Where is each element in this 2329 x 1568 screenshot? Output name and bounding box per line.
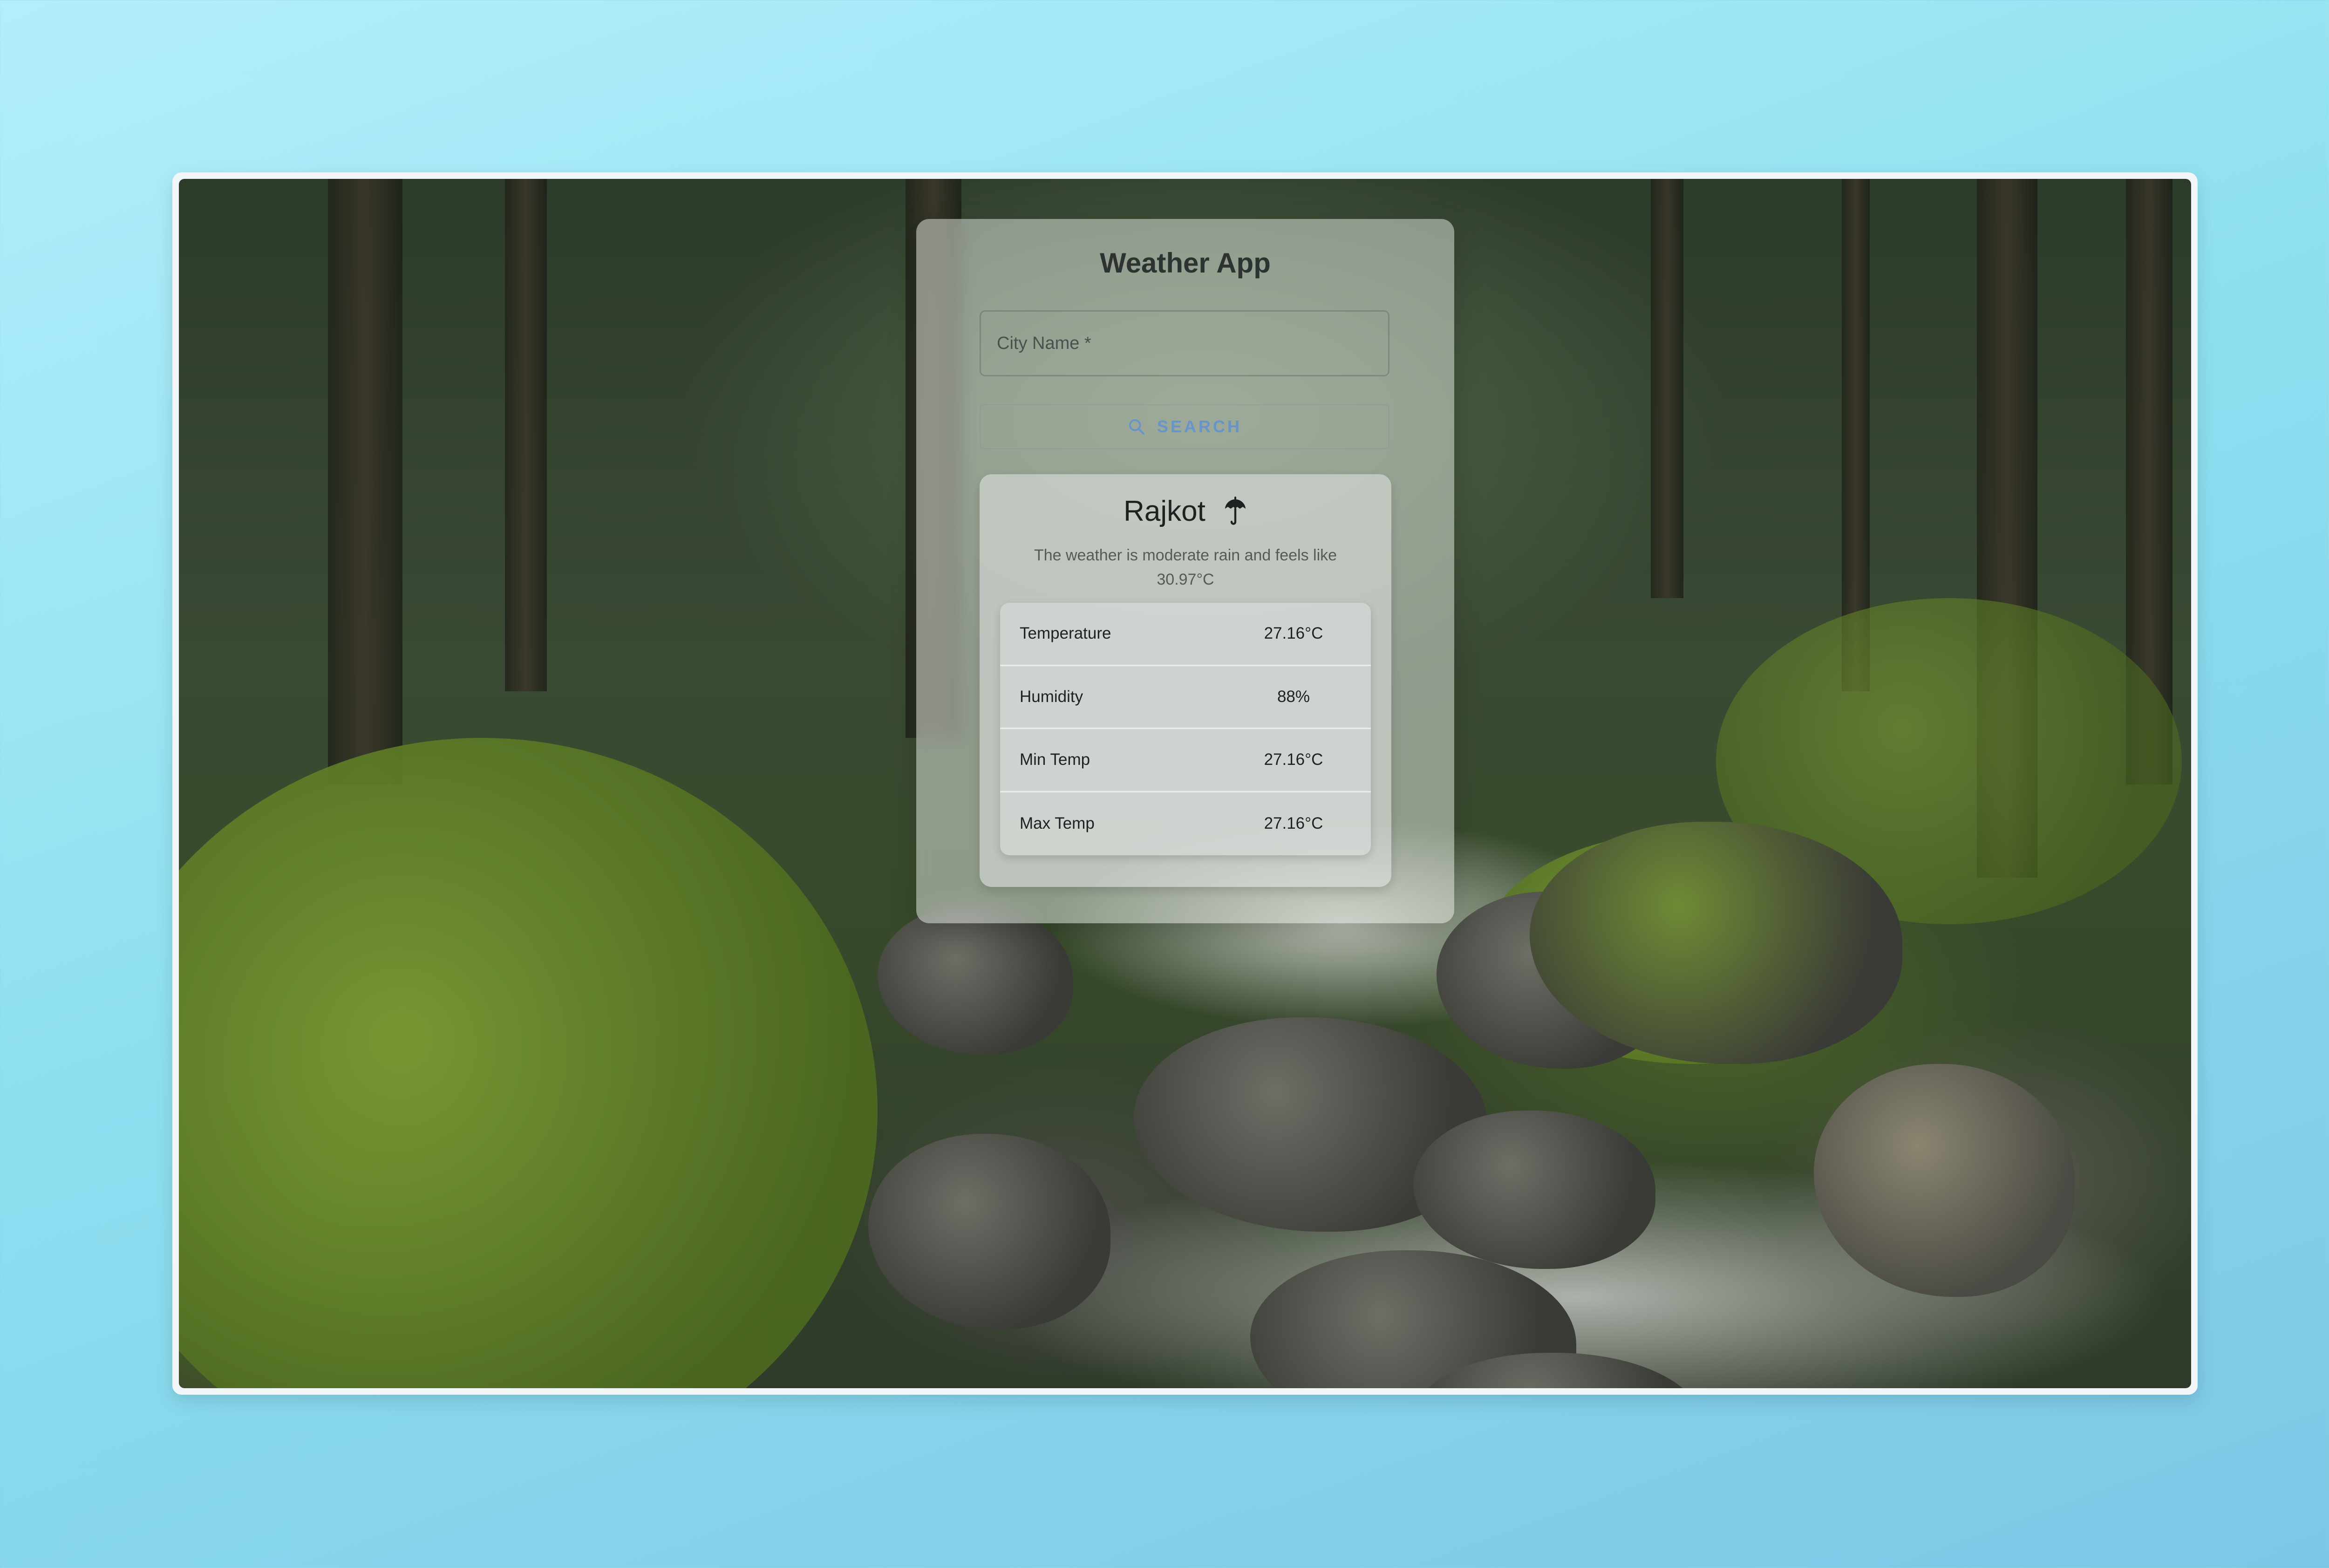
- rock: [868, 1134, 1110, 1329]
- rock: [1413, 1111, 1655, 1269]
- search-button-label: SEARCH: [1157, 417, 1242, 436]
- stat-value-max-temp: 27.16°C: [1264, 814, 1323, 833]
- background-tree: [328, 179, 402, 784]
- weather-app-card: Weather App SEARCH Rajkot The weather is…: [916, 219, 1454, 923]
- table-row: Temperature 27.16°C: [1000, 603, 1371, 666]
- stat-value-temperature: 27.16°C: [1264, 624, 1323, 643]
- umbrella-icon: [1223, 496, 1247, 526]
- background-tree: [1651, 179, 1683, 598]
- rock: [878, 906, 1073, 1055]
- stat-label-temperature: Temperature: [1020, 624, 1111, 643]
- weather-result-card: Rajkot The weather is moderate rain and …: [980, 474, 1391, 887]
- weather-description: The weather is moderate rain and feels l…: [1034, 546, 1337, 588]
- table-row: Min Temp 27.16°C: [1000, 729, 1371, 792]
- search-icon: [1127, 417, 1146, 436]
- search-button[interactable]: SEARCH: [980, 404, 1389, 449]
- app-title: Weather App: [1100, 247, 1271, 279]
- stat-label-max-temp: Max Temp: [1020, 814, 1095, 833]
- table-row: Max Temp 27.16°C: [1000, 792, 1371, 856]
- moss-bank: [179, 738, 878, 1388]
- background-tree: [505, 179, 547, 691]
- rock: [1814, 1064, 2075, 1297]
- stat-label-min-temp: Min Temp: [1020, 750, 1090, 769]
- stat-value-min-temp: 27.16°C: [1264, 750, 1323, 769]
- city-heading: Rajkot: [980, 495, 1391, 528]
- stat-value-humidity: 88%: [1277, 687, 1310, 706]
- city-input-wrapper[interactable]: [980, 310, 1389, 376]
- city-name: Rajkot: [1124, 495, 1205, 527]
- table-row: Humidity 88%: [1000, 666, 1371, 729]
- city-name-input[interactable]: [981, 312, 1388, 375]
- stat-label-humidity: Humidity: [1020, 687, 1083, 706]
- weather-stats-table: Temperature 27.16°C Humidity 88% Min Tem…: [1000, 603, 1371, 855]
